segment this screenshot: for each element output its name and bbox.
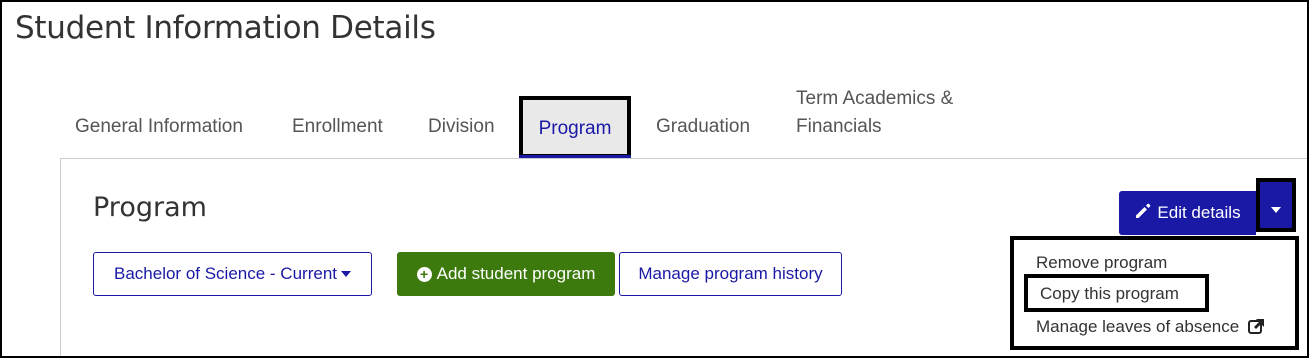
section-title: Program [93,192,207,223]
edit-details-button[interactable]: Edit details [1119,191,1256,235]
caret-down-icon [341,271,351,277]
tab-graduation[interactable]: Graduation [656,113,750,141]
menu-item-manage-leaves[interactable]: Manage leaves of absence [1036,317,1265,339]
tab-division[interactable]: Division [428,113,495,141]
tab-term-academics-financials[interactable]: Term Academics & Financials [796,85,996,141]
program-select-label: Bachelor of Science - Current [114,264,337,283]
program-select-dropdown[interactable]: Bachelor of Science - Current [93,252,372,296]
tab-program[interactable]: Program [519,96,631,158]
plus-circle-icon: + [416,266,432,282]
program-actions-menu: Remove program Copy this program Manage … [1010,236,1299,350]
menu-item-copy-program[interactable]: Copy this program [1024,274,1209,312]
menu-item-remove-program[interactable]: Remove program [1036,253,1167,273]
tab-enrollment[interactable]: Enrollment [292,113,383,141]
external-link-icon [1247,318,1265,339]
manage-program-history-button[interactable]: Manage program history [619,252,842,296]
page-title: Student Information Details [15,10,436,46]
pencil-icon [1134,202,1152,225]
manage-leaves-label: Manage leaves of absence [1036,317,1240,336]
add-student-program-label: Add student program [436,264,596,283]
caret-down-icon [1271,207,1281,213]
window-frame: Student Information Details General Info… [0,0,1309,358]
manage-program-history-label: Manage program history [638,264,823,283]
edit-options-toggle-button[interactable] [1256,178,1296,232]
add-student-program-button[interactable]: + Add student program [397,252,615,296]
edit-details-label: Edit details [1157,203,1241,222]
tab-general-information[interactable]: General Information [75,113,243,141]
